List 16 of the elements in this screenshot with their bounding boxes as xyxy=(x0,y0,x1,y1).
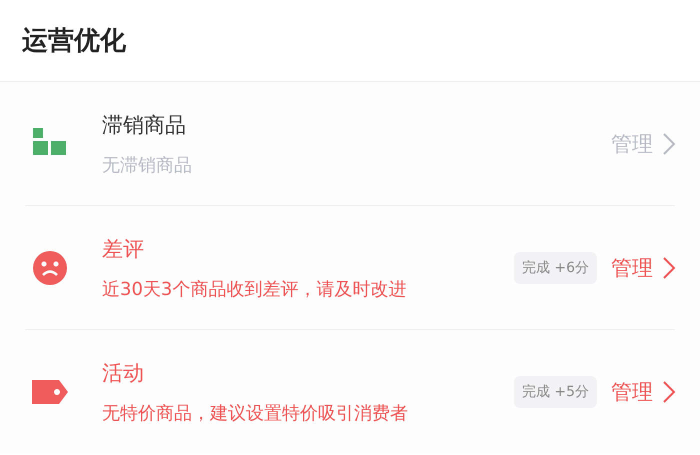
manage-link[interactable]: 管理 xyxy=(611,378,675,406)
chevron-right-icon xyxy=(663,132,675,154)
score-badge: 完成 +6分 xyxy=(514,252,597,284)
score-badge: 完成 +5分 xyxy=(514,376,597,408)
item-description: 无特价商品，建议设置特价吸引消费者 xyxy=(102,402,409,425)
item-title: 活动 xyxy=(102,360,145,387)
chevron-right-icon xyxy=(663,381,675,403)
manage-link[interactable]: 管理 xyxy=(611,254,675,282)
sad-face-icon xyxy=(32,250,68,286)
item-title: 滞销商品 xyxy=(102,112,187,138)
item-description: 近30天3个商品收到差评，请及时改进 xyxy=(102,278,408,300)
item-title: 差评 xyxy=(102,236,145,262)
item-description: 无滞销商品 xyxy=(102,154,193,176)
manage-link[interactable]: 管理 xyxy=(611,130,675,158)
page-title: 运营优化 xyxy=(22,25,126,58)
chevron-right-icon xyxy=(663,256,675,278)
